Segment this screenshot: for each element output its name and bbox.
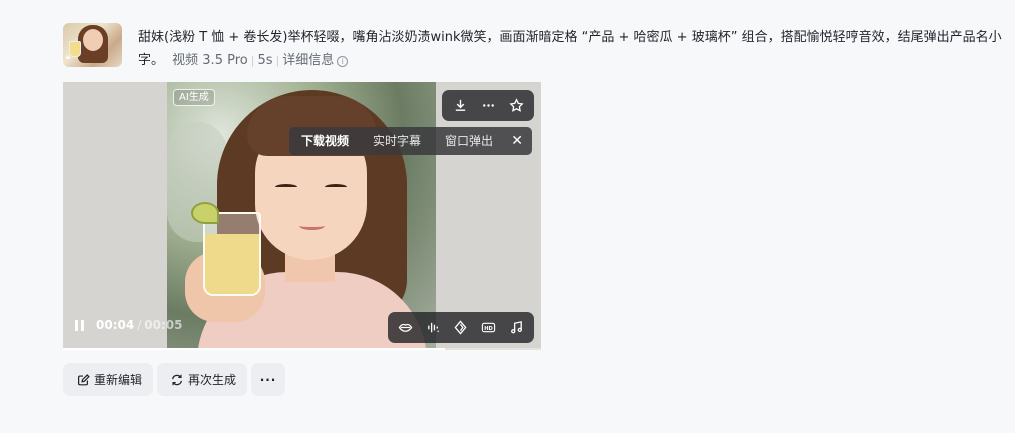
download-icon[interactable] — [449, 95, 471, 117]
duration-label: 5s — [257, 53, 273, 68]
thumbnail-cup — [69, 41, 81, 57]
svg-text:HD: HD — [484, 326, 493, 332]
right-eye — [325, 184, 347, 190]
download-tip-menu: 下载视频 实时字幕 窗口弹出 ✕ — [289, 127, 532, 155]
remix-icon[interactable] — [450, 317, 472, 339]
details-link[interactable]: 详细信息 — [282, 53, 334, 68]
letterbox-right — [436, 82, 541, 350]
meta-divider: | — [275, 54, 280, 67]
left-eye — [275, 184, 297, 190]
reedit-button[interactable]: 重新编辑 — [63, 363, 154, 396]
total-time: 00:05 — [144, 318, 183, 332]
pause-icon[interactable] — [75, 319, 84, 331]
menu-download-video[interactable]: 下载视频 — [289, 127, 361, 155]
time-separator: / — [137, 318, 142, 332]
melon-slice — [191, 202, 219, 224]
reedit-label: 重新编辑 — [94, 373, 143, 387]
refresh-icon — [172, 374, 182, 385]
regenerate-label: 再次生成 — [188, 373, 237, 387]
video-player[interactable]: AI生成 下载视频 实时字幕 窗口弹出 ✕ 00:04 / 00:05 HD — [63, 82, 541, 350]
ai-generated-badge: AI生成 — [173, 89, 215, 106]
thumbnail-face — [83, 29, 103, 51]
hd-icon[interactable]: HD — [478, 317, 500, 339]
model-label: 视频 3.5 Pro — [172, 53, 248, 68]
prompt-meta: 视频 3.5 Pro | 5s | 详细信息 i — [172, 53, 349, 68]
close-icon[interactable]: ✕ — [511, 133, 532, 149]
bottom-toolbar: HD — [388, 312, 534, 343]
more-icon[interactable] — [477, 95, 499, 117]
menu-live-subtitles[interactable]: 实时字幕 — [361, 127, 433, 155]
juice-glass — [203, 212, 261, 296]
star-icon[interactable] — [505, 95, 527, 117]
regenerate-button[interactable]: 再次生成 — [157, 363, 248, 396]
music-icon[interactable] — [505, 317, 527, 339]
voice-icon[interactable] — [422, 317, 444, 339]
video-frame — [167, 82, 436, 350]
prompt-block: 甜妹(浅粉 T 恤 + 卷长发)举杯轻啜，嘴角沾淡奶渍wink微笑，画面渐暗定格… — [138, 26, 1015, 72]
prompt-thumbnail[interactable]: ❝ — [63, 23, 122, 67]
letterbox-left — [63, 82, 167, 350]
more-actions-button[interactable]: ··· — [251, 363, 286, 396]
action-bar: 重新编辑 再次生成 ··· — [63, 363, 286, 396]
current-time: 00:04 — [96, 318, 135, 332]
meta-divider: | — [250, 54, 255, 67]
menu-popout-window[interactable]: 窗口弹出 — [433, 127, 505, 155]
progress-fill — [63, 348, 446, 350]
quote-icon: ❝ — [65, 55, 71, 66]
edit-icon — [78, 373, 90, 385]
info-icon[interactable]: i — [337, 56, 349, 67]
lip-sync-icon[interactable] — [395, 317, 417, 339]
progress-bar[interactable] — [63, 348, 541, 350]
top-toolbar — [442, 90, 534, 121]
mouth — [299, 222, 325, 230]
playback-controls: 00:04 / 00:05 — [75, 318, 182, 332]
